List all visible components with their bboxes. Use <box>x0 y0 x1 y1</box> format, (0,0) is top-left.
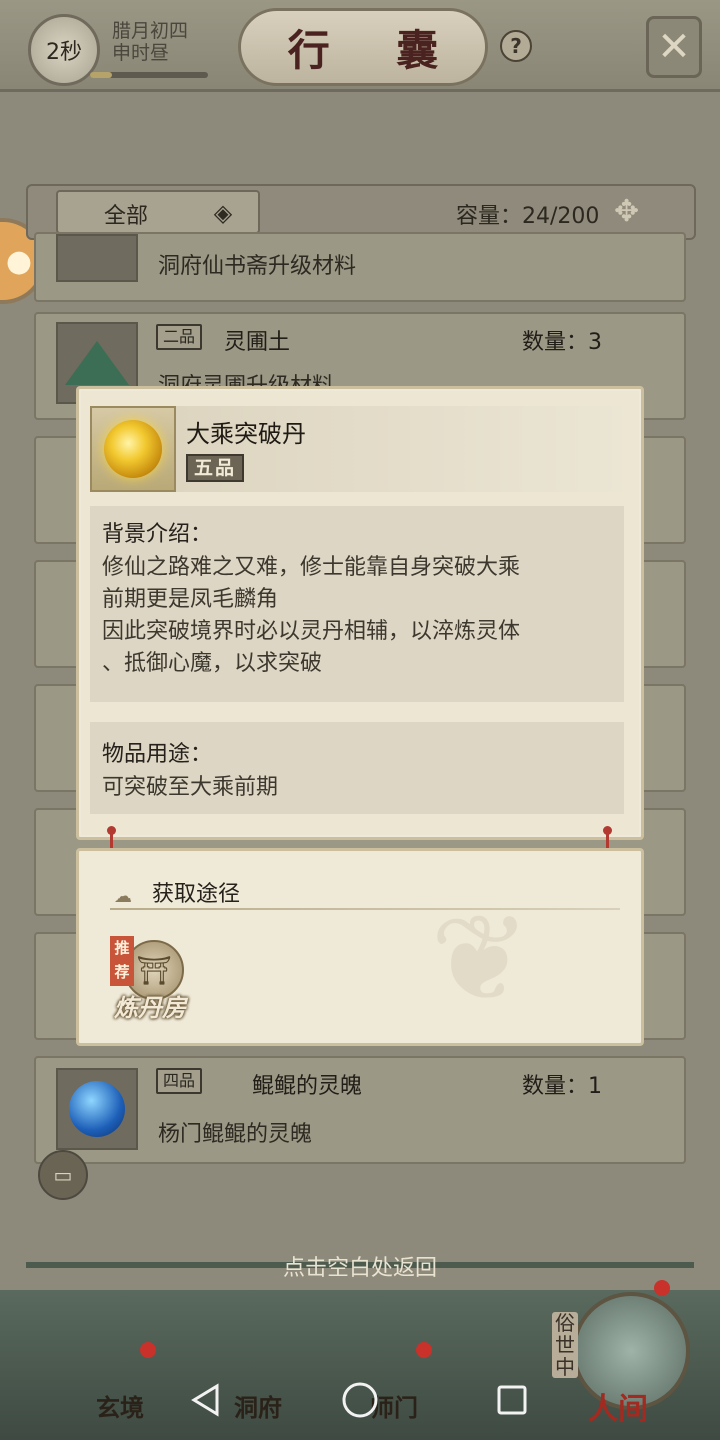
item-name: 灵圃土 <box>224 330 291 355</box>
background-title: 背景介绍： <box>102 522 213 547</box>
system-home-button[interactable] <box>336 1376 384 1424</box>
notification-dot <box>140 1342 156 1358</box>
cloud-icon: ☁ <box>114 886 132 907</box>
game-date: 腊月初四 申时昼 <box>112 20 188 64</box>
item-icon <box>56 234 138 282</box>
close-button[interactable]: ✕ <box>646 16 702 78</box>
help-button[interactable]: ? <box>500 30 532 62</box>
grade-badge: 四品 <box>156 1068 203 1094</box>
soil-pyramid-icon <box>65 341 129 385</box>
grade-badge: 二品 <box>156 324 203 350</box>
item-detail-icon <box>90 406 176 492</box>
item-desc: 洞府仙书斋升级材料 <box>158 254 357 279</box>
chat-button[interactable]: ▭ <box>38 1150 88 1200</box>
background-line: 修仙之路难之又难，修士能靠自身突破大乘 <box>102 555 521 580</box>
chat-icon: ▭ <box>53 1163 73 1187</box>
bamboo-decoration: ❦ <box>430 890 531 1029</box>
string-knot <box>603 826 612 835</box>
background-text: 修仙之路难之又难，修士能靠自身突破大乘 前期更是凤毛麟角 因此突破境界时必以灵丹… <box>102 552 618 680</box>
item-icon <box>56 1068 138 1150</box>
divider <box>110 908 620 910</box>
back-triangle-icon <box>191 1383 219 1417</box>
usage-text: 可突破至大乘前期 <box>102 775 279 800</box>
source-label: 炼丹房 <box>114 993 186 1022</box>
background-line: 前期更是凤毛麟角 <box>102 587 279 612</box>
chevron-down-icon[interactable]: ◈ <box>206 196 240 230</box>
item-quantity: 数量：1 <box>522 1074 602 1099</box>
system-recents-button[interactable] <box>488 1376 536 1424</box>
gamepad-icon: ● <box>5 243 32 279</box>
item-quantity: 数量：3 <box>522 330 602 355</box>
lunar-date: 腊月初四 <box>112 20 189 42</box>
page-title: 行 囊 <box>238 8 488 86</box>
home-circle-icon <box>342 1382 378 1418</box>
item-detail-grade: 五品 <box>186 454 245 482</box>
notification-dot <box>654 1280 670 1296</box>
blue-orb-icon <box>69 1081 125 1137</box>
back-hint[interactable]: 点击空白处返回 <box>0 1250 720 1282</box>
capacity-text: 容量：24/200 <box>456 204 600 229</box>
golden-pill-icon <box>104 420 162 478</box>
time-period: 申时昼 <box>112 42 170 64</box>
usage-title: 物品用途： <box>102 742 213 767</box>
item-desc: 杨门鲲鲲的灵魄 <box>158 1122 313 1147</box>
item-name: 鲲鲲的灵魄 <box>252 1074 363 1099</box>
item-detail-name: 大乘突破丹 <box>186 420 306 448</box>
background-line: 因此突破境界时必以灵丹相辅，以淬炼灵体 <box>102 619 521 644</box>
background-line: 、抵御心魔，以求突破 <box>102 651 323 676</box>
recents-square-icon <box>497 1385 527 1415</box>
close-icon: ✕ <box>657 24 691 70</box>
acquisition-title: 获取途径 <box>152 882 241 907</box>
string-knot <box>107 826 116 835</box>
system-back-button[interactable] <box>182 1376 230 1424</box>
time-progress-fill <box>90 72 112 78</box>
category-select-label: 全部 <box>104 204 149 229</box>
notification-dot <box>416 1342 432 1358</box>
recommend-tag: 推荐 <box>110 936 134 986</box>
move-arrows-icon[interactable]: ✥ <box>614 194 639 229</box>
